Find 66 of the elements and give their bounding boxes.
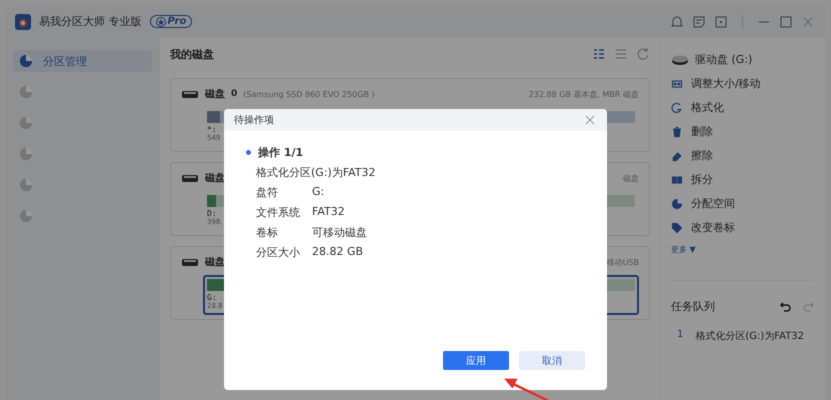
maximize-icon[interactable] <box>779 14 793 28</box>
property-value: FAT32 <box>312 205 345 220</box>
partition-letter: D: <box>207 209 217 218</box>
bullet-icon <box>246 150 251 155</box>
note-icon[interactable] <box>692 14 706 28</box>
dialog-title: 待操作项 <box>234 114 274 127</box>
drive-label: 驱动盘 (G:) <box>695 52 752 67</box>
grid-view-icon[interactable] <box>592 47 606 61</box>
close-icon[interactable] <box>801 14 815 28</box>
apply-button[interactable]: 应用 <box>443 351 509 370</box>
disk-info: 磁盘 <box>623 172 639 184</box>
pie-chart-icon <box>19 116 33 130</box>
property-label: 盘符 <box>256 185 279 200</box>
property-label: 分区大小 <box>256 245 301 260</box>
pie-chart-icon <box>19 178 33 192</box>
property-label: 文件系统 <box>256 205 301 220</box>
delete-icon <box>671 126 683 138</box>
queue-index: 1 <box>677 329 684 342</box>
refresh-icon[interactable] <box>636 47 650 61</box>
disk-number: 0 <box>231 89 238 99</box>
label-icon <box>671 222 683 234</box>
action-item[interactable]: 分配空间 <box>671 196 815 211</box>
action-item[interactable]: 拆分 <box>671 172 815 187</box>
undo-icon[interactable] <box>779 300 793 314</box>
allocate-icon <box>671 198 683 210</box>
pie-chart-icon <box>19 54 33 68</box>
action-item[interactable]: 调整大小/移动 <box>671 76 815 91</box>
window-title: 易我分区大师 专业版 <box>39 14 142 29</box>
close-icon[interactable] <box>583 113 597 127</box>
bell-icon[interactable] <box>670 14 684 28</box>
disk-info: 移动USB <box>606 256 639 268</box>
action-item[interactable]: 改变卷标 <box>671 220 815 235</box>
disk-name: 磁盘 <box>205 88 225 101</box>
pie-chart-icon <box>19 85 33 99</box>
window-icon[interactable] <box>714 14 728 28</box>
pro-badge: Pro <box>150 15 192 28</box>
disk-name: 磁盘 <box>205 256 225 269</box>
property-label: 卷标 <box>256 225 279 240</box>
action-item[interactable]: 擦除 <box>671 148 815 163</box>
property-value: 可移动磁盘 <box>312 225 367 240</box>
section-title: 我的磁盘 <box>170 46 214 62</box>
disk-model: (Samsung SSD 860 EVO 250GB ) <box>243 90 375 98</box>
drive-icon <box>671 54 689 66</box>
disk-info: 232.88 GB 基本盘, MBR 磁盘 <box>528 88 639 100</box>
list-view-icon[interactable] <box>614 47 628 61</box>
pie-chart-icon <box>19 209 33 223</box>
app-logo-icon <box>15 14 31 30</box>
format-icon <box>671 102 683 114</box>
queue-title: 任务队列 <box>671 299 715 314</box>
sidebar-item[interactable]: 分区管理 <box>13 50 152 72</box>
operation-description: 格式化分区(G:)为FAT32 <box>255 165 377 180</box>
pie-chart-icon <box>19 147 33 161</box>
partition-letter: G: <box>207 293 217 302</box>
action-item[interactable]: 删除 <box>671 124 815 139</box>
partition-letter: *: <box>207 125 217 134</box>
queue-item: 格式化分区(G:)为FAT32 <box>695 330 804 343</box>
redo-icon[interactable] <box>801 300 815 314</box>
property-value: G: <box>312 185 324 200</box>
resize-icon <box>671 78 683 90</box>
split-icon <box>671 174 683 186</box>
property-value: 28.82 GB <box>312 245 364 260</box>
disk-name: 磁盘 <box>205 172 225 185</box>
action-item[interactable]: 格式化 <box>671 100 815 115</box>
wipe-icon <box>671 150 683 162</box>
more-link[interactable]: 更多 ▼ <box>671 244 815 255</box>
cancel-button[interactable]: 取消 <box>519 351 585 370</box>
